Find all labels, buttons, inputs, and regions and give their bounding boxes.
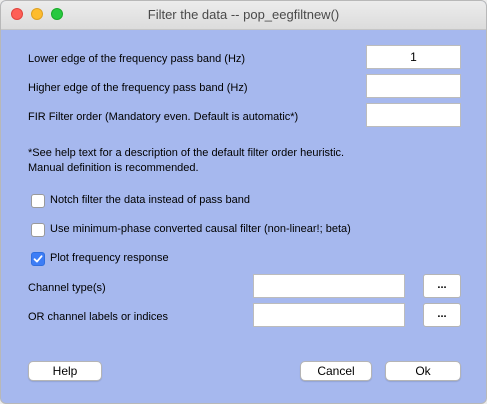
channel-labels-input[interactable] — [253, 303, 405, 327]
title-bar[interactable]: Filter the data -- pop_eegfiltnew() — [1, 1, 486, 30]
channel-type-input[interactable] — [253, 274, 405, 298]
note-line-1: *See help text for a description of the … — [28, 147, 345, 159]
cancel-button[interactable]: Cancel — [300, 361, 372, 381]
notch-checkbox[interactable] — [31, 194, 45, 208]
filter-order-input[interactable] — [366, 103, 461, 127]
minphase-checkbox[interactable] — [31, 223, 45, 237]
ok-button[interactable]: Ok — [385, 361, 461, 381]
higher-edge-label: Higher edge of the frequency pass band (… — [28, 82, 248, 94]
lower-edge-input[interactable]: 1 — [366, 45, 461, 69]
plot-response-checkbox[interactable] — [31, 252, 45, 266]
higher-edge-input[interactable] — [366, 74, 461, 98]
notch-label: Notch filter the data instead of pass ba… — [50, 194, 250, 206]
dialog-window: Filter the data -- pop_eegfiltnew() Lowe… — [0, 0, 487, 404]
lower-edge-label: Lower edge of the frequency pass band (H… — [28, 53, 246, 65]
window-title: Filter the data -- pop_eegfiltnew() — [147, 7, 340, 22]
checkmark-icon — [33, 255, 43, 263]
channel-type-browse-button[interactable]: ... — [423, 274, 461, 298]
channel-type-label: Channel type(s) — [28, 282, 106, 294]
channel-labels-browse-button[interactable]: ... — [423, 303, 461, 327]
minphase-label: Use minimum-phase converted causal filte… — [50, 223, 351, 235]
channel-labels-label: OR channel labels or indices — [28, 311, 169, 323]
help-button[interactable]: Help — [28, 361, 102, 381]
filter-order-label: FIR Filter order (Mandatory even. Defaul… — [28, 111, 299, 123]
note-line-2: Manual definition is recommended. — [28, 162, 199, 174]
plot-response-label: Plot frequency response — [50, 252, 169, 264]
